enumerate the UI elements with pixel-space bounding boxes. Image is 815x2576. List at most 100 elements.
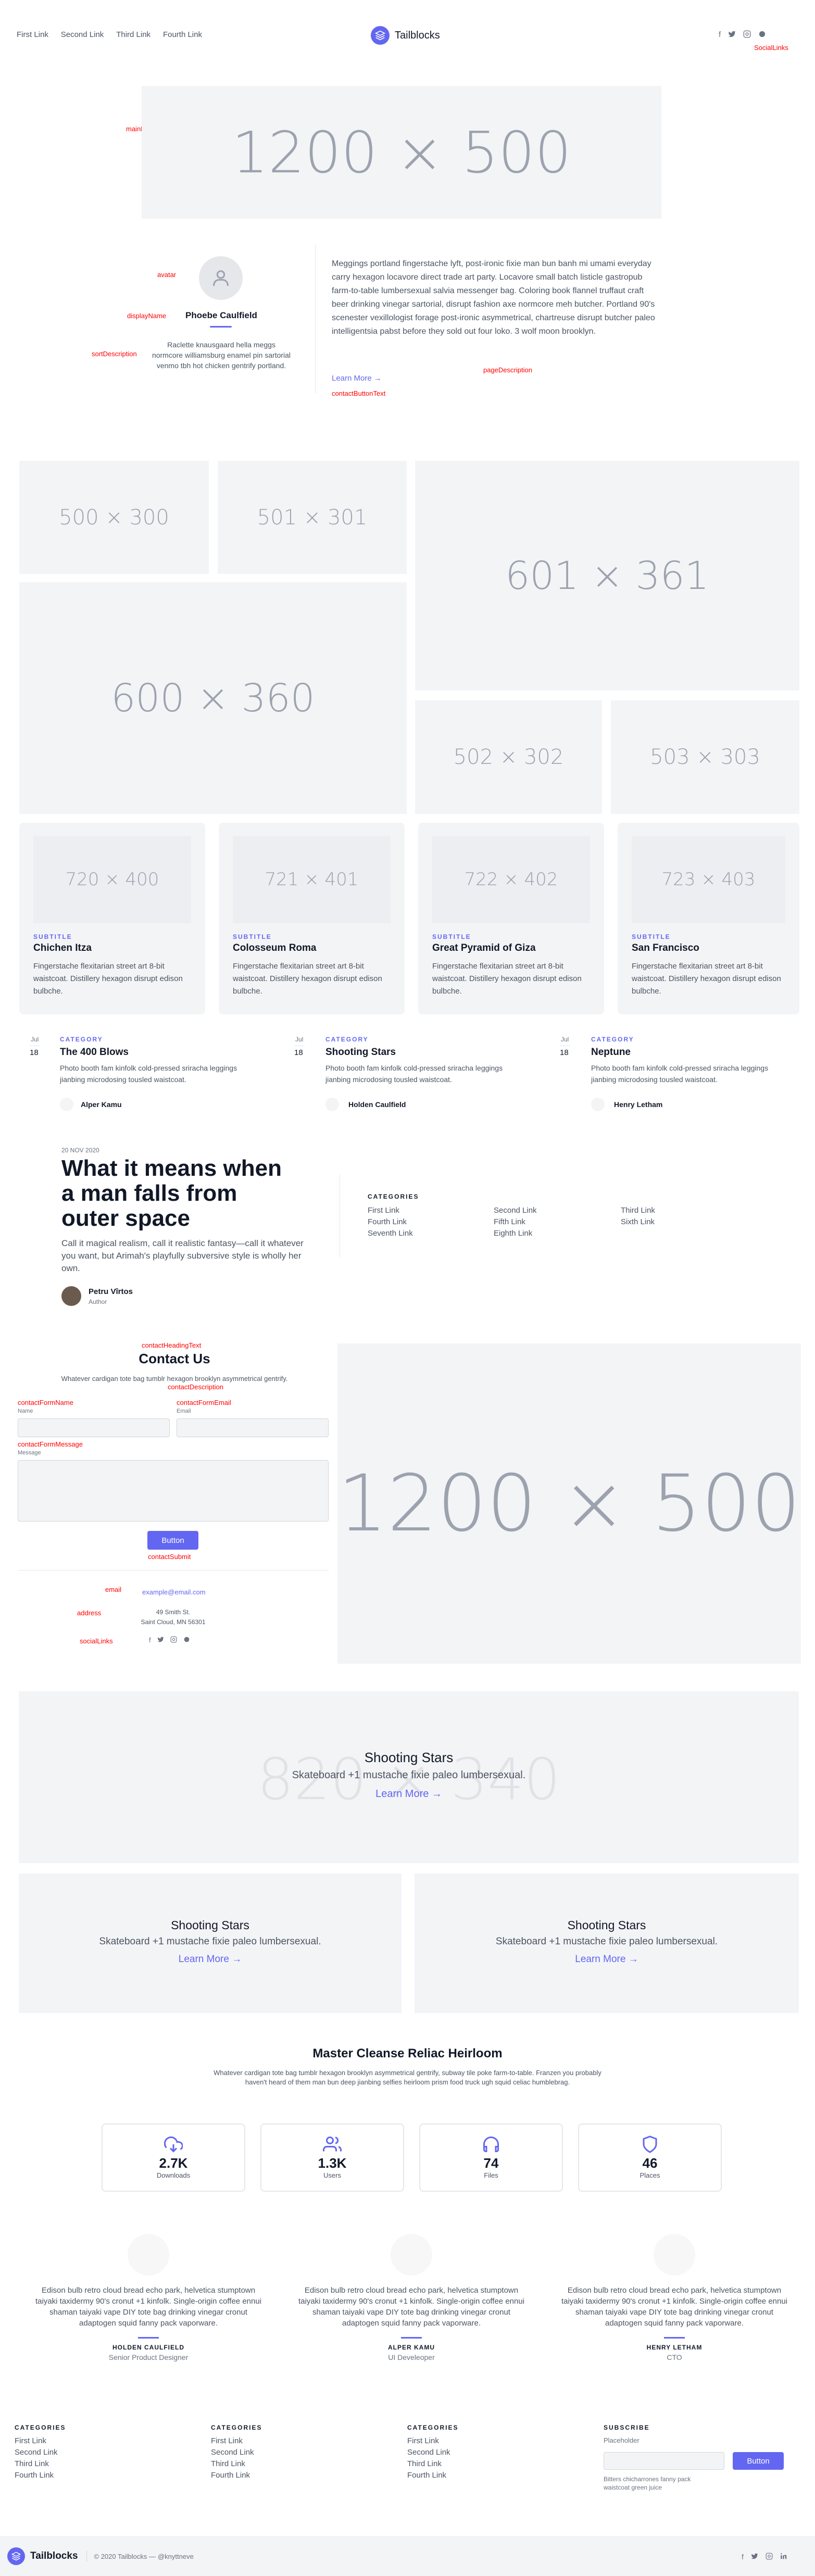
cat-link[interactable]: Seventh Link	[368, 1228, 413, 1239]
feature-learn-more[interactable]: Learn More →	[415, 1954, 799, 1965]
footer-link[interactable]: Second Link	[407, 2447, 458, 2458]
card-title: Chichen Itza	[33, 943, 92, 953]
blog-title: Shooting Stars	[325, 1047, 396, 1058]
footer-link[interactable]: Second Link	[211, 2447, 262, 2458]
card-text: Fingerstache flexitarian street art 8-bi…	[33, 962, 183, 996]
stats-description: Whatever cardigan tote bag tumblr hexago…	[214, 2069, 601, 2086]
card-text: Fingerstache flexitarian street art 8-bi…	[233, 962, 382, 996]
blog-item-1[interactable]: Jul 18 CATEGORY The 400 Blows Photo boot…	[19, 1033, 280, 1116]
copyright: © 2020 Tailblocks —	[94, 2552, 156, 2560]
cat-link[interactable]: Second Link	[494, 1205, 537, 1216]
subscribe-input[interactable]	[604, 2452, 724, 2470]
footer-link[interactable]: Fourth Link	[407, 2470, 458, 2481]
subscribe-button[interactable]: Button	[733, 2452, 784, 2470]
blog-item-3[interactable]: Jul 18 CATEGORY Neptune Photo booth fam …	[549, 1033, 799, 1116]
cat-link[interactable]: Eighth Link	[494, 1228, 537, 1239]
gallery-image-6: 503 × 303	[611, 700, 799, 814]
cat-link[interactable]: Sixth Link	[621, 1216, 655, 1228]
twitter-icon[interactable]	[728, 30, 736, 40]
twitter-icon[interactable]	[157, 1636, 164, 1644]
footer-col-2: CATEGORIES First Link Second Link Third …	[211, 2424, 262, 2481]
instagram-icon[interactable]	[766, 2553, 773, 2561]
linkedin-icon[interactable]	[780, 2553, 787, 2561]
nav-link-first[interactable]: First Link	[17, 30, 48, 39]
article-cat-col-3: Third Link Sixth Link	[621, 1205, 655, 1228]
card-subtitle: SUBTITLE	[33, 933, 72, 940]
download-icon	[164, 2136, 183, 2153]
testimonial-2: Edison bulb retro cloud bread echo park,…	[294, 2234, 529, 2361]
footer-link[interactable]: Second Link	[15, 2447, 66, 2458]
blog-text: Photo booth fam kinfolk cold-pressed sri…	[60, 1064, 237, 1084]
twitter-icon[interactable]	[751, 2553, 758, 2561]
email-input[interactable]	[177, 1418, 329, 1437]
contact-email-link[interactable]: example@email.com	[142, 1588, 206, 1596]
learn-more-link[interactable]: Learn More →	[332, 374, 382, 383]
cat-link[interactable]: Fifth Link	[494, 1216, 537, 1228]
nav-link-second[interactable]: Second Link	[61, 30, 104, 39]
stat-value: 1.3K	[318, 2155, 347, 2171]
address-tag: address	[77, 1609, 102, 1617]
name-input[interactable]	[18, 1418, 170, 1437]
footer-link[interactable]: Third Link	[15, 2458, 66, 2470]
card-subtitle: SUBTITLE	[432, 933, 471, 940]
feature-learn-more[interactable]: Learn More →	[19, 1954, 402, 1965]
facebook-icon[interactable]: f	[719, 30, 721, 40]
card-1[interactable]: 720 × 400 SUBTITLE Chichen Itza Fingerst…	[19, 823, 205, 1014]
cat-link[interactable]: Third Link	[621, 1205, 655, 1216]
brand-logo[interactable]: Tailblocks	[371, 26, 440, 45]
gallery-image-3: 601 × 361	[415, 461, 799, 690]
arrow-right-icon: →	[373, 374, 382, 383]
instagram-icon[interactable]	[170, 1636, 177, 1644]
message-input[interactable]	[18, 1460, 329, 1522]
card-4[interactable]: 723 × 403 SUBTITLE San Francisco Fingers…	[618, 823, 799, 1014]
blog-title: Neptune	[591, 1047, 631, 1058]
facebook-icon[interactable]: f	[742, 2553, 744, 2561]
footer-link[interactable]: Fourth Link	[15, 2470, 66, 2481]
avatar	[199, 256, 243, 300]
blog-text: Photo booth fam kinfolk cold-pressed sri…	[591, 1064, 769, 1084]
card-3[interactable]: 722 × 402 SUBTITLE Great Pyramid of Giza…	[418, 823, 604, 1014]
stat-card-files: 74 Files	[419, 2123, 563, 2192]
card-2[interactable]: 721 × 401 SUBTITLE Colosseum Roma Finger…	[219, 823, 405, 1014]
social-links-contact-tag: socialLinks	[80, 1637, 113, 1645]
blog-item-2[interactable]: Jul 18 CATEGORY Shooting Stars Photo boo…	[284, 1033, 544, 1116]
blog-author: Alper Kamu	[81, 1100, 122, 1109]
copyright-handle[interactable]: @knyttneve	[158, 2553, 194, 2560]
card-title: Great Pyramid of Giza	[432, 943, 536, 953]
article-author-name: Petru Vîrtos	[89, 1287, 133, 1296]
chat-icon[interactable]	[183, 1636, 190, 1644]
instagram-icon[interactable]	[743, 30, 751, 40]
testimonial-name: HOLDEN CAULFIELD	[112, 2344, 184, 2351]
feature-learn-more[interactable]: Learn More →	[19, 1788, 799, 1800]
footer-link[interactable]: First Link	[407, 2435, 458, 2447]
footer-link[interactable]: Third Link	[211, 2458, 262, 2470]
card-image: 720 × 400	[33, 836, 191, 923]
stat-card-places: 46 Places	[578, 2123, 722, 2192]
nav-link-fourth[interactable]: Fourth Link	[163, 30, 202, 39]
footer-heading: CATEGORIES	[15, 2424, 66, 2431]
contact-submit-button[interactable]: Button	[147, 1531, 198, 1550]
nav-link-third[interactable]: Third Link	[116, 30, 151, 39]
feature-title: Shooting Stars	[171, 1918, 249, 1932]
stat-value: 74	[483, 2155, 499, 2171]
cat-link[interactable]: Fourth Link	[368, 1216, 413, 1228]
footer-link[interactable]: First Link	[15, 2435, 66, 2447]
footer-sep	[86, 2550, 87, 2562]
card-text: Fingerstache flexitarian street art 8-bi…	[432, 962, 582, 996]
contact-social: f	[149, 1636, 190, 1644]
gallery-image-2: 501 × 301	[218, 461, 407, 574]
footer-brand[interactable]: Tailblocks © 2020 Tailblocks — @knyttnev…	[7, 2547, 194, 2565]
footer-link[interactable]: Third Link	[407, 2458, 458, 2470]
stats-title: Master Cleanse Reliac Heirloom	[312, 2046, 503, 2060]
short-description: Raclette knausgaard hella meggs normcore…	[152, 341, 291, 370]
page-description-tag: pageDescription	[483, 366, 532, 374]
blog-text: Photo booth fam kinfolk cold-pressed sri…	[325, 1064, 503, 1084]
article-author-role: Author	[89, 1298, 107, 1305]
facebook-icon[interactable]: f	[149, 1636, 151, 1644]
testimonial-text: Edison bulb retro cloud bread echo park,…	[35, 2286, 262, 2328]
footer-link[interactable]: First Link	[211, 2435, 262, 2447]
cat-link[interactable]: First Link	[368, 1205, 413, 1216]
chat-icon[interactable]	[758, 30, 766, 40]
footer-link[interactable]: Fourth Link	[211, 2470, 262, 2481]
blog-author: Holden Caulfield	[348, 1100, 406, 1109]
